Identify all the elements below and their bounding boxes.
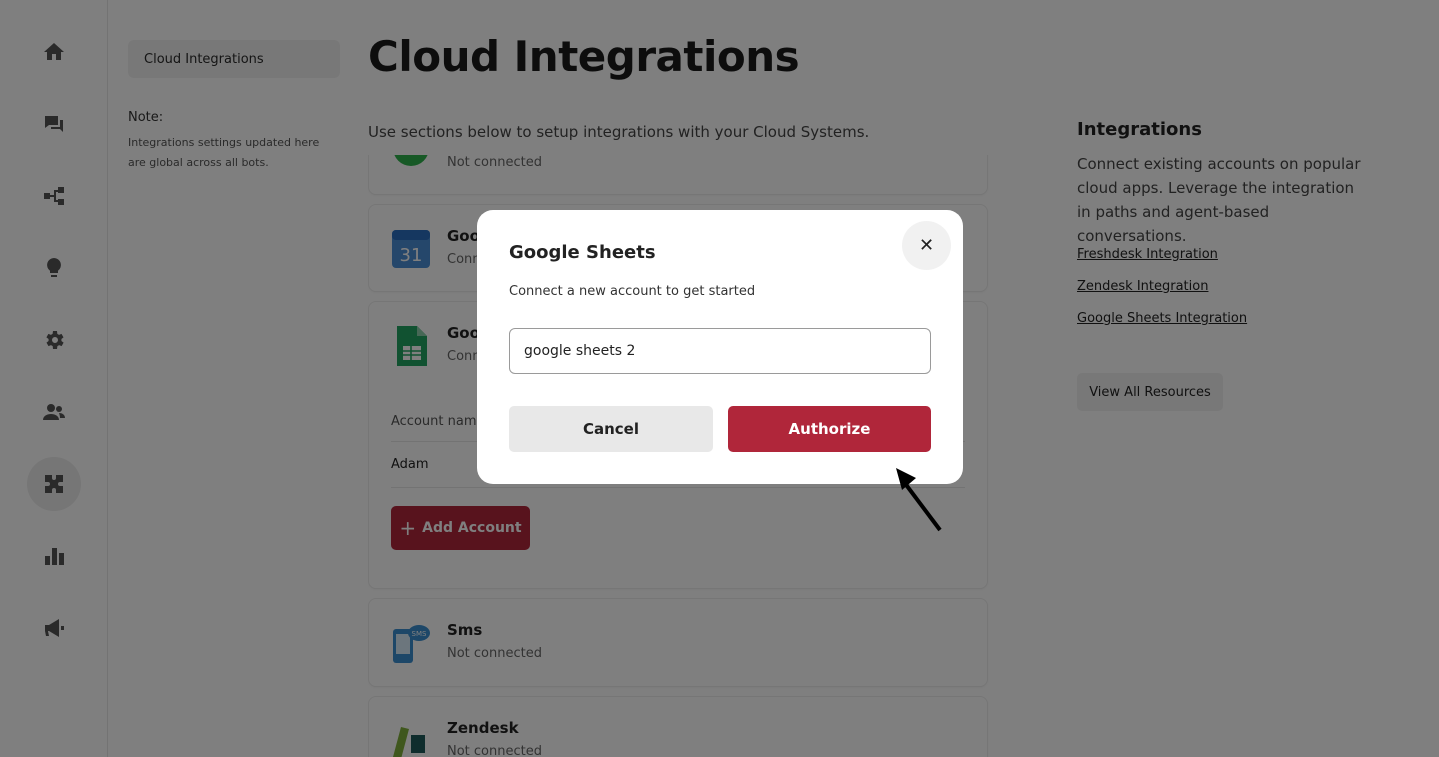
account-name-input[interactable] [509,328,931,374]
modal-title: Google Sheets [509,242,656,263]
pointer-arrow-icon [896,468,942,532]
google-sheets-modal: Google Sheets ✕ Connect a new account to… [477,210,963,484]
cancel-button[interactable]: Cancel [509,406,713,452]
authorize-button[interactable]: Authorize [728,406,931,452]
close-icon: ✕ [918,235,935,256]
modal-subtitle: Connect a new account to get started [509,284,756,299]
close-button[interactable]: ✕ [902,221,951,270]
